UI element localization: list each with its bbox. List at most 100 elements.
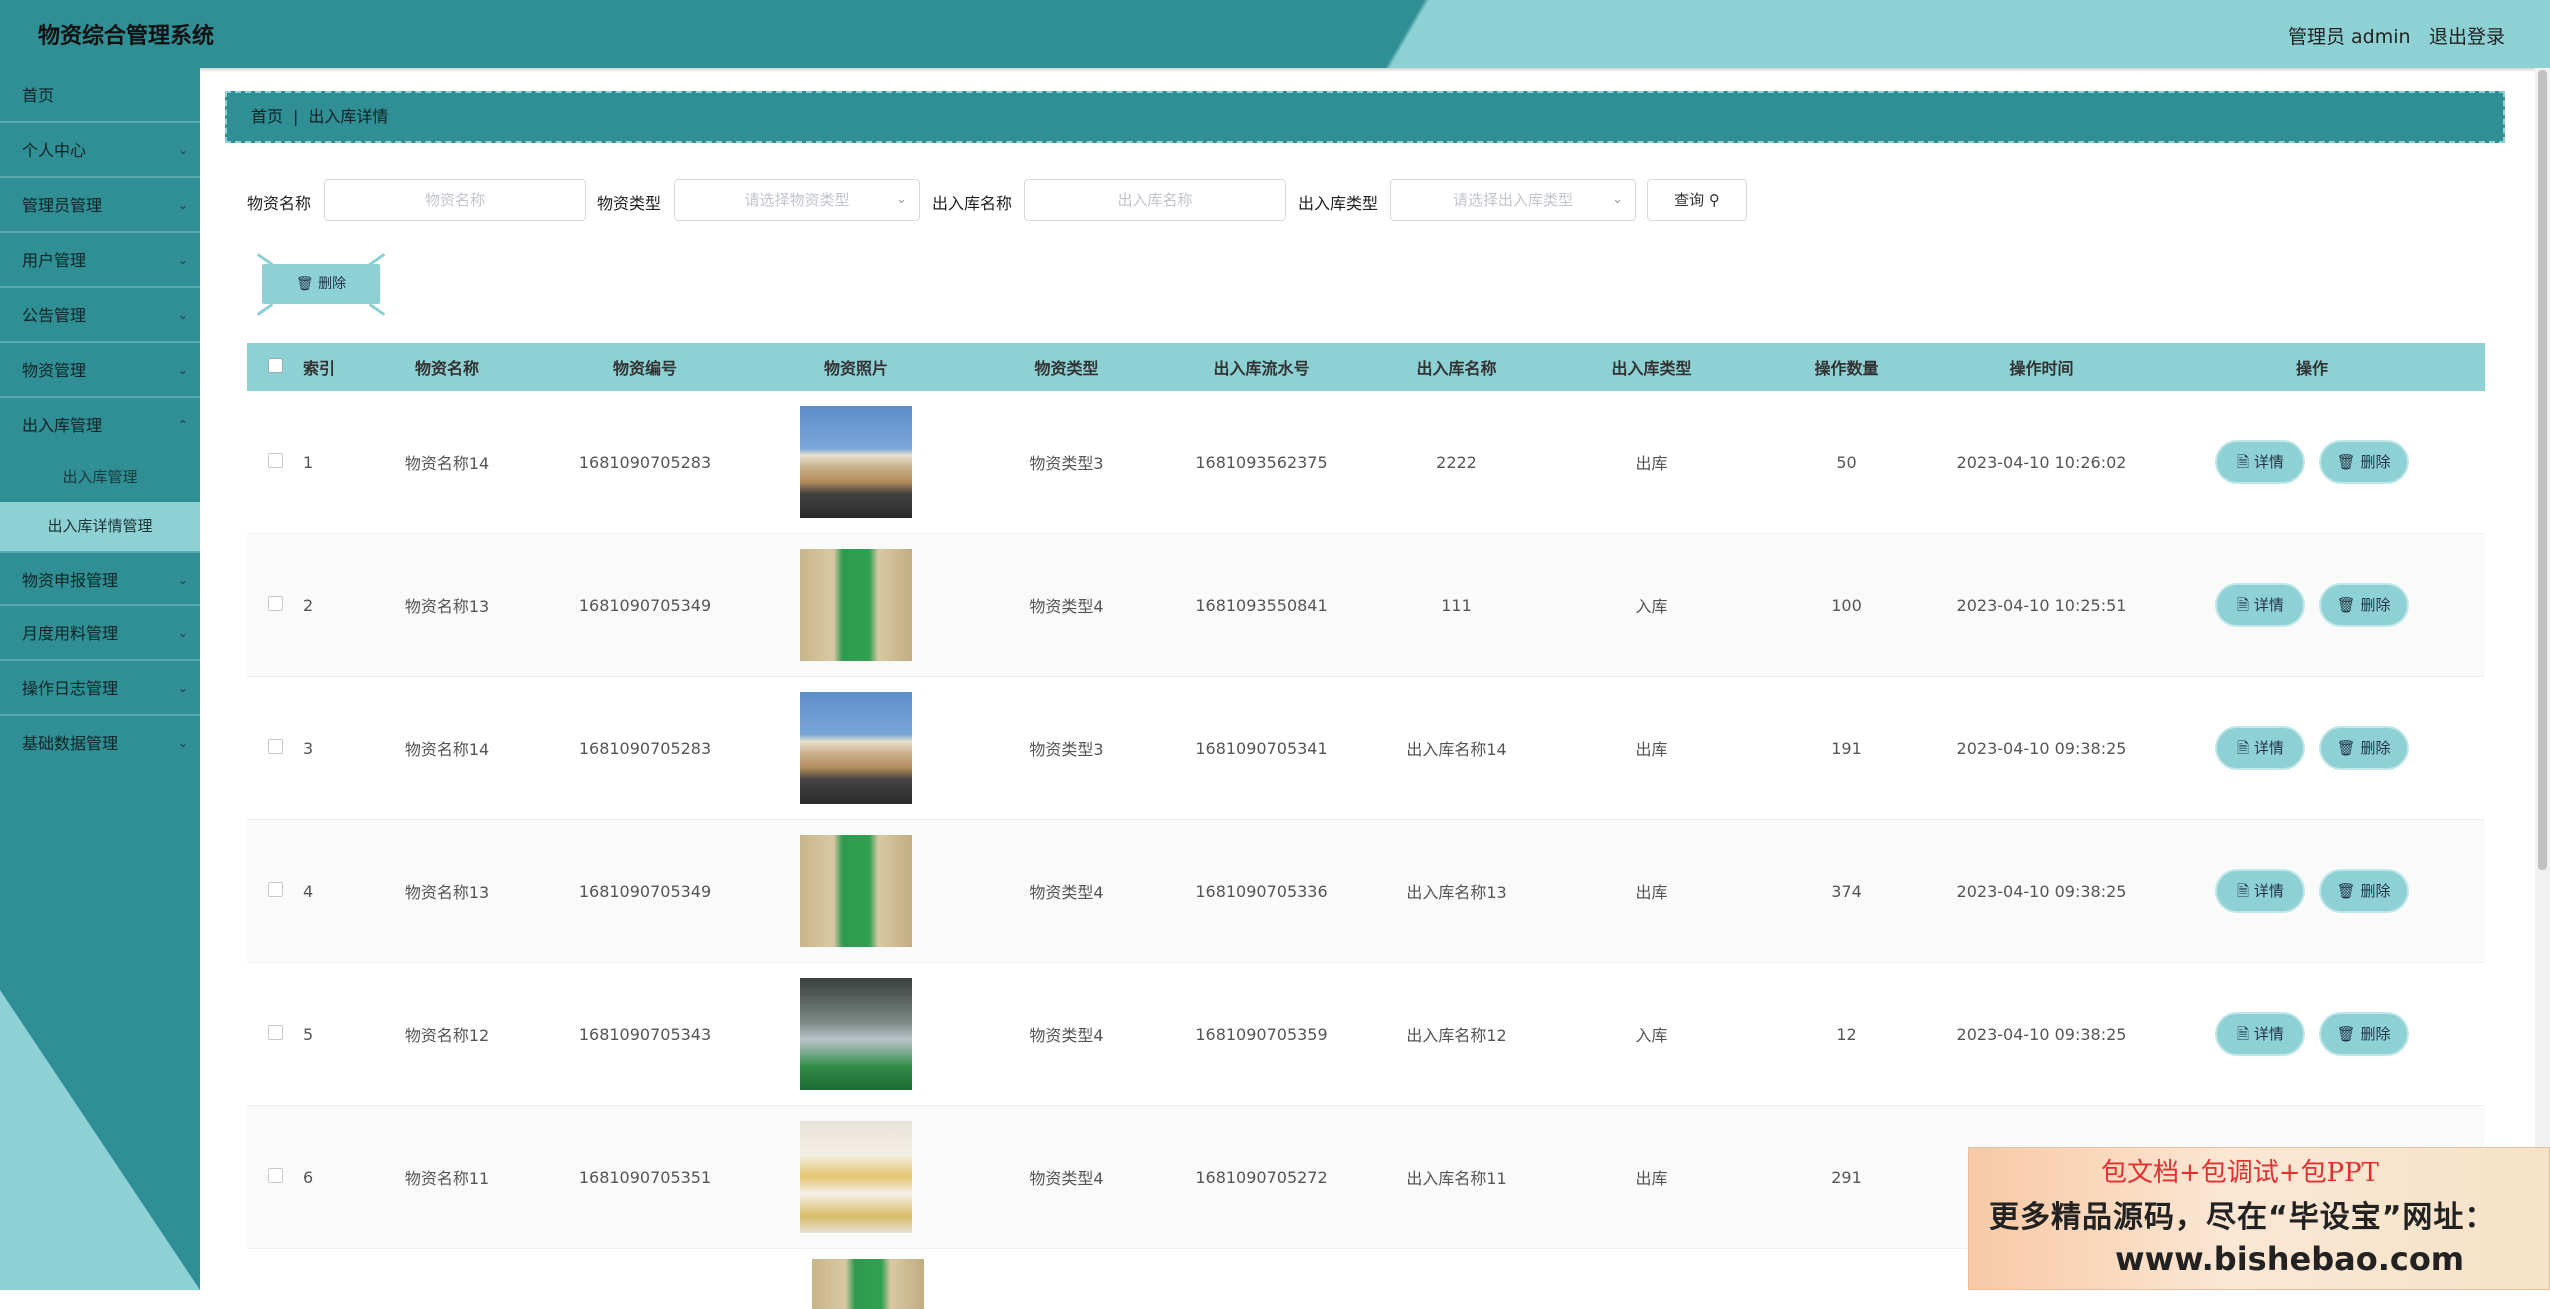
delete-label: 删除 — [2360, 1025, 2391, 1043]
submenu-item-inout-detail[interactable]: 出入库详情管理 — [0, 502, 200, 551]
table-body: 1 物资名称14 1681090705283 物资类型3 1681093562375 22… — [247, 391, 2485, 1249]
material-photo[interactable] — [800, 978, 912, 1090]
detail-button[interactable]: 🗎 详情 — [2217, 1014, 2304, 1054]
chevron-down-icon: ⌄ — [177, 626, 188, 640]
submenu-item-inout-manage[interactable]: 出入库管理 — [0, 453, 200, 502]
material-photo[interactable] — [800, 1121, 912, 1233]
table-row[interactable]: 2 物资名称13 1681090705349 物资类型4 1681093550841 11… — [247, 534, 2485, 677]
delete-button[interactable]: 🗑 删除 — [2320, 728, 2407, 768]
delete-label: 删除 — [2360, 596, 2391, 614]
material-type: 物资类型4 — [1029, 597, 1104, 616]
material-type-select[interactable]: 请选择物资类型 ⌄ — [674, 179, 920, 221]
sidebar-item-notices[interactable]: 公告管理 ⌄ — [0, 288, 200, 343]
page-scrollbar[interactable] — [2535, 68, 2550, 1290]
operation-time: 2023-04-10 10:26:02 — [1956, 452, 2127, 472]
delete-button[interactable]: 🗑 删除 — [2320, 1014, 2407, 1054]
batch-delete-label: 删除 — [318, 276, 347, 292]
row-checkbox[interactable] — [267, 881, 283, 897]
io-type-placeholder: 请选择出入库类型 — [1452, 191, 1573, 209]
operation-time: 2023-04-10 09:38:25 — [1956, 1024, 2127, 1044]
operation-quantity: 191 — [1831, 738, 1862, 758]
decoration-corner — [256, 303, 274, 316]
material-type-placeholder: 请选择物资类型 — [744, 191, 850, 209]
sidebar-item-users[interactable]: 用户管理 ⌄ — [0, 233, 200, 288]
io-name: 出入库名称12 — [1406, 1026, 1507, 1045]
material-name: 物资名称13 — [404, 597, 490, 616]
chevron-down-icon: ⌄ — [177, 308, 188, 322]
detail-button[interactable]: 🗎 详情 — [2217, 585, 2304, 625]
sidebar-item-materials[interactable]: 物资管理 ⌄ — [0, 343, 200, 398]
batch-delete-button[interactable]: 🗑 删除 — [262, 264, 380, 304]
detail-label: 详情 — [2253, 453, 2284, 471]
sidebar-item-inout[interactable]: 出入库管理 ⌃ — [0, 398, 200, 453]
sidebar-item-logs[interactable]: 操作日志管理 ⌄ — [0, 661, 200, 716]
table-row[interactable]: 5 物资名称12 1681090705343 物资类型4 1681090705359 出入… — [247, 963, 2485, 1106]
sidebar-item-basedata[interactable]: 基础数据管理 ⌄ — [0, 716, 200, 771]
io-type-select[interactable]: 请选择出入库类型 ⌄ — [1390, 179, 1636, 221]
material-type: 物资类型4 — [1029, 1169, 1104, 1188]
operation-quantity: 374 — [1831, 881, 1862, 901]
io-serial: 1681090705272 — [1195, 1167, 1328, 1187]
material-name: 物资名称13 — [404, 883, 490, 902]
operation-time: 2023-04-10 09:38:25 — [1956, 881, 2127, 901]
delete-button[interactable]: 🗑 删除 — [2320, 871, 2407, 911]
ad-line-3: www.bishebao.com — [2115, 1240, 2465, 1278]
column-header: 出入库名称 — [1416, 359, 1497, 378]
sidebar-item-declare[interactable]: 物资申报管理 ⌄ — [0, 551, 200, 606]
row-index: 6 — [303, 1167, 314, 1187]
material-photo[interactable] — [800, 406, 912, 518]
row-checkbox[interactable] — [267, 1024, 283, 1040]
filter-type-label: 物资类型 — [597, 194, 662, 213]
chevron-down-icon: ⌄ — [177, 253, 188, 267]
query-button[interactable]: 查询 ⚲ — [1647, 179, 1747, 221]
chevron-down-icon: ⌄ — [177, 681, 188, 695]
column-header: 操作数量 — [1814, 359, 1879, 378]
sidebar-item-admins[interactable]: 管理员管理 ⌄ — [0, 178, 200, 233]
table-row[interactable]: 1 物资名称14 1681090705283 物资类型3 1681093562375 22… — [247, 391, 2485, 534]
material-code: 1681090705349 — [578, 881, 712, 901]
column-header: 物资编号 — [612, 359, 677, 378]
material-photo[interactable] — [800, 549, 912, 661]
material-photo[interactable] — [800, 835, 912, 947]
sidebar-item-profile[interactable]: 个人中心 ⌄ — [0, 123, 200, 178]
row-checkbox[interactable] — [267, 452, 283, 468]
material-name-input[interactable]: 物资名称 — [324, 179, 586, 221]
filter-io-type-label: 出入库类型 — [1298, 194, 1379, 213]
detail-button[interactable]: 🗎 详情 — [2217, 728, 2304, 768]
search-icon: ⚲ — [1708, 191, 1720, 209]
material-code: 1681090705343 — [578, 1024, 712, 1044]
io-type: 入库 — [1635, 597, 1668, 616]
filter-name-label: 物资名称 — [247, 194, 312, 213]
sidebar-item-label: 出入库管理 — [22, 416, 103, 435]
sidebar-item-home[interactable]: 首页 — [0, 68, 200, 123]
io-type: 出库 — [1635, 454, 1668, 473]
sidebar-item-monthly[interactable]: 月度用料管理 ⌄ — [0, 606, 200, 661]
current-user-label: 管理员 admin — [2288, 26, 2411, 48]
breadcrumb-home[interactable]: 首页 — [251, 107, 283, 126]
row-index: 3 — [303, 738, 314, 758]
trash-icon: 🗑 — [295, 276, 314, 292]
row-checkbox[interactable] — [267, 595, 283, 611]
chevron-down-icon: ⌄ — [177, 143, 188, 157]
select-all-checkbox[interactable] — [267, 357, 283, 373]
detail-button[interactable]: 🗎 详情 — [2217, 871, 2304, 911]
column-header: 出入库类型 — [1611, 359, 1692, 378]
operation-quantity: 50 — [1836, 452, 1857, 472]
row-checkbox[interactable] — [267, 738, 283, 754]
logout-link[interactable]: 退出登录 — [2429, 22, 2505, 49]
table-row[interactable]: 3 物资名称14 1681090705283 物资类型3 1681090705341 出入… — [247, 677, 2485, 820]
io-name-input[interactable]: 出入库名称 — [1024, 179, 1286, 221]
row-checkbox[interactable] — [267, 1167, 283, 1183]
ad-banner[interactable]: 包文档+包调试+包PPT 更多精品源码，尽在“毕设宝”网址： www.bishe… — [1968, 1147, 2550, 1290]
delete-button[interactable]: 🗑 删除 — [2320, 442, 2407, 482]
material-photo[interactable] — [800, 692, 912, 804]
table-row[interactable]: 4 物资名称13 1681090705349 物资类型4 1681090705336 出入… — [247, 820, 2485, 963]
io-type: 出库 — [1635, 883, 1668, 902]
trash-icon: 🗑 — [2336, 882, 2356, 900]
scrollbar-thumb[interactable] — [2538, 70, 2547, 870]
row-actions: 🗎 详情 🗑 删除 — [2139, 871, 2485, 911]
io-name: 2222 — [1436, 452, 1477, 472]
detail-button[interactable]: 🗎 详情 — [2217, 442, 2304, 482]
delete-button[interactable]: 🗑 删除 — [2320, 585, 2407, 625]
row-actions: 🗎 详情 🗑 删除 — [2139, 728, 2485, 768]
